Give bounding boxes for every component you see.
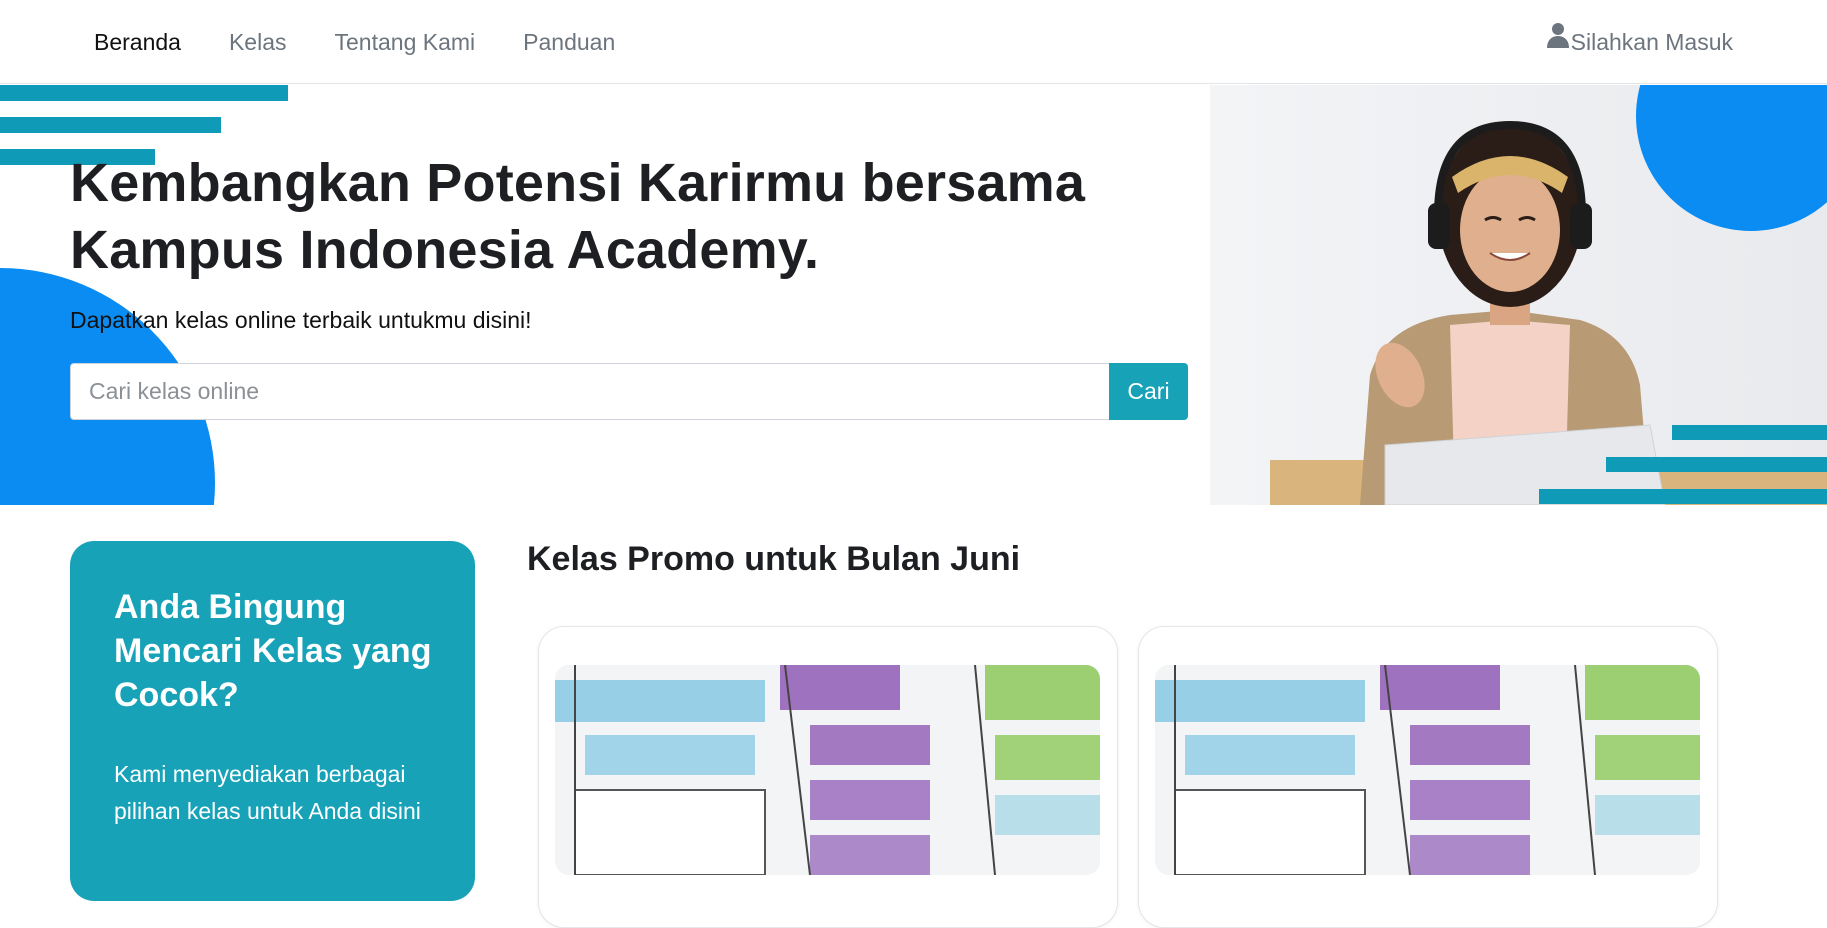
decor-stripe-2 [0,117,221,133]
hero-title-line2: Kampus Indonesia Academy. [70,220,820,280]
info-card-title: Anda Bingung Mencari Kelas yang Cocok? [114,588,432,714]
course-thumbnail [1155,665,1700,875]
info-card-text: Kami menyediakan berbagai pilihan kelas … [114,761,421,824]
info-card: Anda Bingung Mencari Kelas yang Cocok? K… [70,541,475,901]
search-bar: Cari [70,363,1188,420]
nav-link-beranda[interactable]: Beranda [94,29,181,56]
nav-link-tentang-kami[interactable]: Tentang Kami [335,29,476,56]
hero-title: Kembangkan Potensi Karirmu bersama Kampu… [70,150,1090,284]
decor-stripe-r3 [1539,489,1827,504]
promo-section-title: Kelas Promo untuk Bulan Juni [527,540,1021,578]
nav-link-kelas[interactable]: Kelas [229,29,287,56]
wireframe-sketch-image [1155,665,1700,875]
course-card[interactable] [538,626,1118,928]
search-input[interactable] [70,363,1109,420]
hero-subtitle: Dapatkan kelas online terbaik untukmu di… [70,307,532,333]
navbar: Beranda Kelas Tentang Kami Panduan Silah… [0,0,1827,84]
course-card[interactable] [1138,626,1718,928]
user-icon [1546,23,1569,48]
decor-stripe-1 [0,85,288,101]
search-button[interactable]: Cari [1109,363,1188,420]
decor-stripe-r2 [1606,457,1827,472]
wireframe-sketch-image [555,665,1100,875]
nav-link-panduan[interactable]: Panduan [523,29,615,56]
nav-links: Beranda Kelas Tentang Kami Panduan [94,0,663,84]
course-thumbnail [555,665,1100,875]
hero-section: Kembangkan Potensi Karirmu bersama Kampu… [0,85,1827,505]
login-label: Silahkan Masuk [1570,28,1733,55]
decor-stripe-r1 [1672,425,1827,440]
hero-title-line1: Kembangkan Potensi Karirmu bersama [70,153,1086,213]
login-button[interactable]: Silahkan Masuk [1546,0,1733,84]
